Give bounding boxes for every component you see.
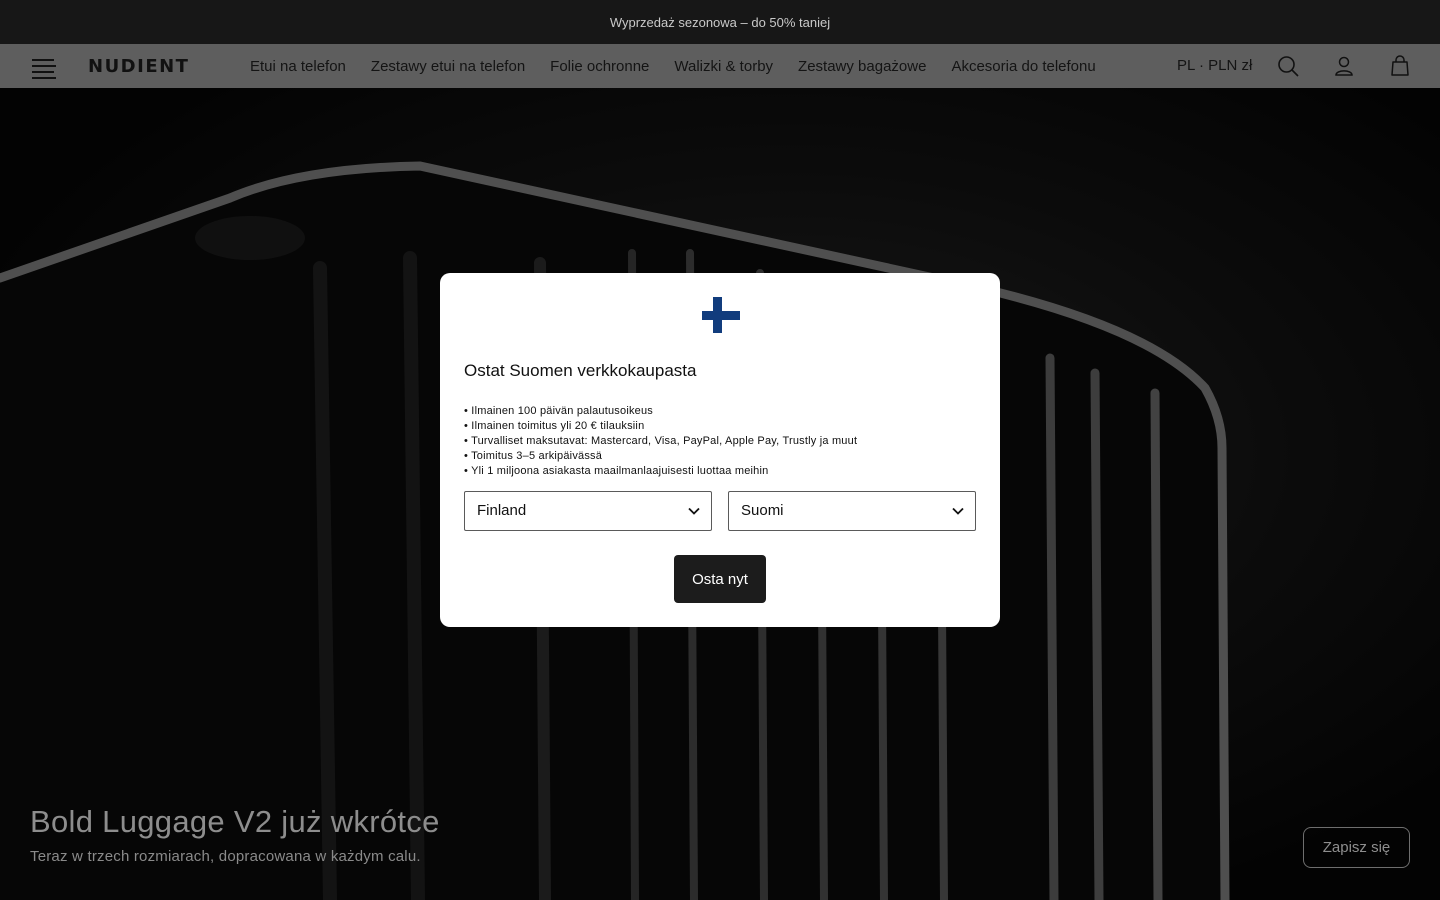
hero-subtitle: Teraz w trzech rozmiarach, dopracowana w… bbox=[30, 848, 421, 865]
bag-icon[interactable] bbox=[1388, 54, 1412, 78]
account-icon[interactable] bbox=[1332, 54, 1356, 78]
nav-link-screen-protectors[interactable]: Folie ochronne bbox=[550, 58, 649, 75]
announcement-bar: Wyprzedaż sezonowa – do 50% taniej bbox=[0, 0, 1440, 44]
benefit-item: • Turvalliset maksutavat: Mastercard, Vi… bbox=[464, 435, 858, 447]
country-select[interactable]: Finland bbox=[464, 491, 712, 531]
announcement-text[interactable]: Wyprzedaż sezonowa – do 50% taniej bbox=[610, 15, 830, 30]
shop-now-button[interactable]: Osta nyt bbox=[674, 555, 766, 603]
chevron-down-icon bbox=[688, 507, 700, 515]
nav-link-phone-accessories[interactable]: Akcesoria do telefonu bbox=[951, 58, 1095, 75]
nav-link-luggage-bags[interactable]: Walizki & torby bbox=[674, 58, 773, 75]
nav-link-phone-case-sets[interactable]: Zestawy etui na telefon bbox=[371, 58, 525, 75]
main-navbar: NUDIENT Etui na telefon Zestawy etui na … bbox=[0, 44, 1440, 88]
chevron-down-icon bbox=[952, 507, 964, 515]
menu-icon[interactable] bbox=[30, 52, 58, 80]
brand-logo[interactable]: NUDIENT bbox=[88, 56, 189, 77]
language-select[interactable]: Suomi bbox=[728, 491, 976, 531]
search-icon[interactable] bbox=[1276, 54, 1300, 78]
benefits-list: • Ilmainen 100 päivän palautusoikeus • I… bbox=[464, 404, 857, 479]
locale-currency-selector[interactable]: PL · PLN zł bbox=[1177, 57, 1252, 74]
signup-button[interactable]: Zapisz się bbox=[1303, 827, 1410, 868]
language-select-value: Suomi bbox=[741, 502, 784, 519]
benefit-item: • Yli 1 miljoona asiakasta maailmanlaaju… bbox=[464, 465, 769, 477]
benefit-item: • Ilmainen toimitus yli 20 € tilauksiin bbox=[464, 420, 645, 432]
nav-link-phone-cases[interactable]: Etui na telefon bbox=[250, 58, 346, 75]
country-select-value: Finland bbox=[477, 502, 527, 519]
country-store-modal: Ostat Suomen verkkokaupasta • Ilmainen 1… bbox=[440, 273, 1000, 627]
finland-flag-icon bbox=[702, 297, 740, 333]
benefit-item: • Toimitus 3–5 arkipäivässä bbox=[464, 450, 603, 462]
nav-links: Etui na telefon Zestawy etui na telefon … bbox=[250, 44, 1121, 88]
benefit-item: • Ilmainen 100 päivän palautusoikeus bbox=[464, 405, 654, 417]
modal-title: Ostat Suomen verkkokaupasta bbox=[464, 361, 697, 380]
hero-title: Bold Luggage V2 już wkrótce bbox=[30, 804, 440, 839]
nav-link-luggage-sets[interactable]: Zestawy bagażowe bbox=[798, 58, 926, 75]
